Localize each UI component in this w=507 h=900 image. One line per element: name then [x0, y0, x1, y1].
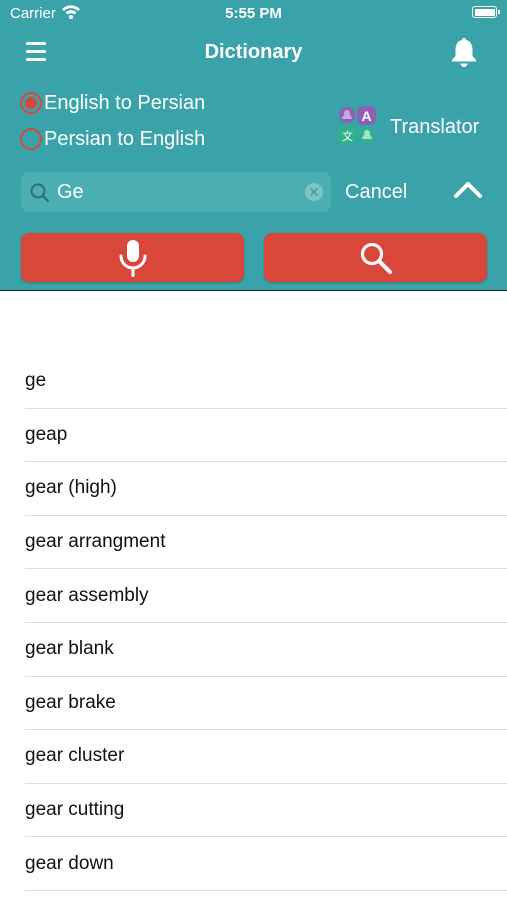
results-list: ge geap gear (high) gear arrangment gear ass… — [0, 355, 507, 891]
cancel-button[interactable]: Cancel — [345, 181, 407, 204]
search-icon — [360, 242, 392, 274]
list-item[interactable]: gear assembly — [25, 569, 507, 623]
radio-selected-icon — [20, 92, 42, 114]
translator-label: Translator — [390, 116, 480, 138]
list-item[interactable]: gear blank — [25, 623, 507, 677]
search-text: Ge — [57, 181, 84, 203]
radio-unselected-icon — [20, 128, 42, 150]
list-item[interactable]: gear down — [25, 837, 507, 891]
radio-label: Persian to English — [44, 127, 206, 150]
voice-search-button[interactable] — [21, 233, 244, 282]
search-input[interactable]: Ge — [21, 172, 331, 212]
list-item[interactable]: gear cluster — [25, 730, 507, 784]
translator-icon: A 文 — [336, 104, 378, 151]
list-item[interactable]: ge — [25, 355, 507, 409]
chevron-up-icon[interactable] — [453, 180, 483, 205]
radio-label: English to Persian — [44, 91, 206, 114]
radio-persian-to-english[interactable]: Persian to English — [20, 125, 205, 153]
header: Carrier 5:55 PM Dictionary English to Pe… — [0, 0, 507, 291]
microphone-icon — [119, 239, 146, 277]
radio-english-to-persian[interactable]: English to Persian — [20, 89, 205, 117]
svg-text:A: A — [361, 108, 371, 124]
list-item[interactable]: gear brake — [25, 677, 507, 731]
list-item[interactable]: geap — [25, 409, 507, 463]
list-item[interactable]: gear arrangment — [25, 516, 507, 570]
svg-text:文: 文 — [342, 129, 353, 143]
status-bar: Carrier 5:55 PM — [0, 0, 507, 28]
clear-icon[interactable] — [305, 183, 323, 201]
page-title: Dictionary — [204, 41, 303, 63]
clock: 5:55 PM — [225, 5, 282, 22]
battery-icon — [472, 6, 500, 18]
list-item[interactable]: gear (high) — [25, 462, 507, 516]
translator-button[interactable]: A 文 Translator — [336, 104, 479, 151]
search-button[interactable] — [264, 233, 487, 282]
list-item[interactable]: gear cutting — [25, 784, 507, 838]
bell-icon[interactable] — [449, 36, 479, 68]
search-icon — [29, 182, 51, 209]
